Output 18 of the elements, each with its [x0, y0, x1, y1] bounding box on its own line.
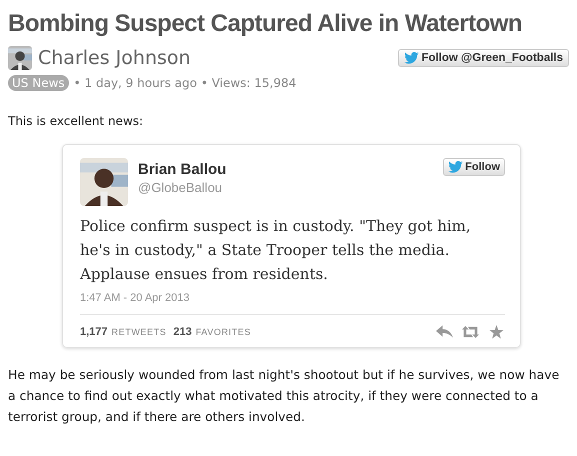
bird-icon [404, 52, 420, 64]
bird-icon [448, 161, 464, 173]
tweet-text: Police confirm suspect is in custody. "They got him, he's in custody," a State Trooper tells the media. Applause ensues from residents. [80, 216, 472, 285]
retweet-icon[interactable] [462, 325, 479, 339]
star-icon[interactable] [488, 325, 505, 339]
reply-icon[interactable] [436, 325, 453, 339]
paragraph: This is excellent news: [8, 113, 144, 130]
post-meta: • 1 day, 9 hours ago • Views: 15,984 [74, 76, 296, 90]
stat-count: 213 [173, 326, 192, 338]
stat-label: FAVORITES [196, 327, 251, 337]
stat-label: RETWEETS [112, 327, 166, 337]
tweet-author-name[interactable]: Brian Ballou [138, 161, 444, 178]
follow-button[interactable]: Follow [443, 158, 505, 176]
follow-button[interactable]: Follow @Green_Footballs [398, 49, 569, 67]
stat-count: 1,177 [80, 326, 108, 338]
article-title: Bombing Suspect Captured Alive in Watertown [8, 9, 524, 39]
paragraph: He may be seriously wounded from last night's shootout but if he survives, we now have a chance to find out exactly what motivated this atrocity, if they were connected to a terrorist group, and if there are others involved. [8, 366, 560, 426]
author-name[interactable]: Charles Johnson [38, 47, 191, 69]
